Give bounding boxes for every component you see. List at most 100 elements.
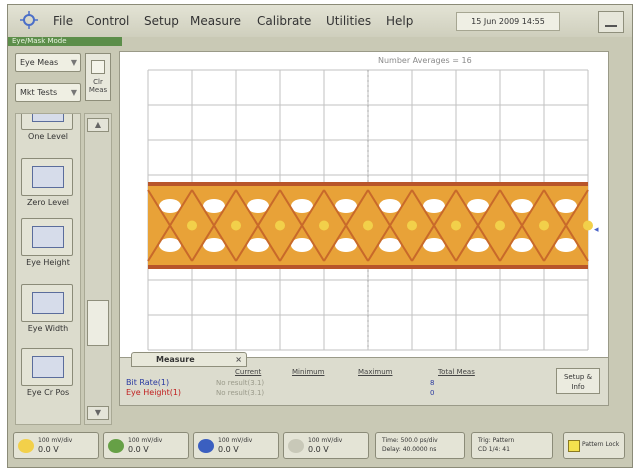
channel-1-offset: 0.0 V — [38, 445, 59, 454]
eye-opening — [511, 238, 533, 252]
eye-opening — [335, 238, 357, 252]
pattern-lock-label: Pattern Lock — [582, 441, 620, 448]
menu-calibrate[interactable]: Calibrate — [257, 14, 311, 28]
scroll-down-icon[interactable]: ▼ — [87, 406, 109, 420]
scroll-thumb[interactable] — [87, 300, 109, 346]
column-total-meas: Total Meas — [438, 368, 475, 376]
channel-3-scale: 100 mV/div — [218, 437, 253, 444]
channel-2-button[interactable]: 100 mV/div 0.0 V — [103, 432, 189, 459]
date-time-display: 15 Jun 2009 14:55 — [456, 12, 560, 31]
mode-label: Eye/Mask Mode — [8, 37, 122, 46]
scope-window: File Control Setup Measure Calibrate Uti… — [7, 4, 633, 468]
eye-cr-pos-label: Eye Cr Pos — [26, 388, 70, 397]
channel-4-icon — [288, 439, 304, 453]
minimize-icon — [605, 25, 617, 27]
channel-1-icon — [18, 439, 34, 453]
pattern-lock-button[interactable]: Pattern Lock — [563, 432, 625, 459]
close-icon[interactable]: × — [235, 353, 242, 366]
eye-height-current: No result(3.1) — [216, 389, 265, 397]
eye-meas-dropdown[interactable]: Eye Meas ▼ — [15, 53, 81, 72]
menu-measure[interactable]: Measure — [190, 14, 241, 28]
crossing-point — [319, 220, 329, 231]
crossing-point — [363, 220, 373, 231]
eye-width-icon — [32, 292, 64, 314]
channel-1-scale: 100 mV/div — [38, 437, 73, 444]
eye-width-label: Eye Width — [27, 324, 69, 333]
timebase-button[interactable]: Time: 500.0 ps/div Delay: 40.0000 ns — [375, 432, 465, 459]
eye-opening — [511, 199, 533, 213]
menu-control[interactable]: Control — [86, 14, 129, 28]
one-level-icon — [32, 114, 64, 122]
channel-4-button[interactable]: 100 mV/div 0.0 V — [283, 432, 369, 459]
bit-rate-current: No result(3.1) — [216, 379, 265, 387]
eye-height-total: 0 — [430, 389, 435, 397]
scroll-up-icon[interactable]: ▲ — [87, 118, 109, 132]
menu-setup[interactable]: Setup — [144, 14, 179, 28]
eye-rail — [148, 182, 588, 186]
eye-diagram — [147, 69, 593, 351]
crossing-point — [583, 220, 593, 231]
eye-opening — [379, 199, 401, 213]
setup-info-button[interactable]: Setup & Info — [556, 368, 600, 394]
channel-2-offset: 0.0 V — [128, 445, 149, 454]
eye-cr-pos-button[interactable] — [21, 348, 73, 386]
app-logo-icon — [20, 11, 38, 29]
zero-level-label: Zero Level — [26, 198, 70, 207]
crossing-point — [539, 220, 549, 231]
column-current: Current — [235, 368, 262, 376]
waveform-display[interactable]: Number Averages = 16 ◂ — [119, 51, 609, 362]
number-averages-readout: Number Averages = 16 — [378, 56, 472, 65]
menu-file[interactable]: File — [53, 14, 73, 28]
channel-2-scale: 100 mV/div — [128, 437, 163, 444]
column-maximum: Maximum — [358, 368, 393, 376]
trigger-button[interactable]: Trig: Pattern CD 1/4: 41 — [471, 432, 553, 459]
clear-meas-button[interactable]: Clr Meas — [85, 53, 111, 101]
eye-width-button[interactable] — [21, 284, 73, 322]
channel-3-button[interactable]: 100 mV/div 0.0 V — [193, 432, 279, 459]
channel-4-scale: 100 mV/div — [308, 437, 343, 444]
channel-1-button[interactable]: 100 mV/div 0.0 V — [13, 432, 99, 459]
menu-utilities[interactable]: Utilities — [326, 14, 371, 28]
zero-level-icon — [32, 166, 64, 188]
eye-opening — [159, 199, 181, 213]
mkt-tests-dropdown[interactable]: Mkt Tests ▼ — [15, 83, 81, 102]
chevron-down-icon: ▼ — [70, 58, 77, 67]
eye-opening — [555, 199, 577, 213]
eye-opening — [423, 199, 445, 213]
channel-2-icon — [108, 439, 124, 453]
eye-opening — [159, 238, 181, 252]
eye-opening — [555, 238, 577, 252]
eye-rail — [148, 265, 588, 269]
eye-meas-dropdown-label: Eye Meas — [20, 58, 59, 67]
one-level-button[interactable] — [21, 114, 73, 130]
crossing-point — [231, 220, 241, 231]
eye-opening — [203, 199, 225, 213]
eye-opening — [379, 238, 401, 252]
channel-3-offset: 0.0 V — [218, 445, 239, 454]
crossing-point — [407, 220, 417, 231]
eye-opening — [203, 238, 225, 252]
bit-rate-total: 8 — [430, 379, 435, 387]
measurement-scrollbar[interactable]: ▲ ▼ — [84, 113, 112, 425]
eye-cr-pos-icon — [32, 356, 64, 378]
column-minimum: Minimum — [292, 368, 325, 376]
eye-height-label: Eye Height — [26, 258, 70, 267]
measurement-list: One Level Zero Level Eye Height Eye Widt… — [15, 113, 81, 425]
minimize-button[interactable] — [598, 11, 624, 33]
channel-3-icon — [198, 439, 214, 453]
measure-tab[interactable]: Measure × — [131, 352, 247, 367]
trigger-pattern: CD 1/4: 41 — [478, 446, 510, 453]
measure-panel: Measure × Current Minimum Maximum Total … — [119, 352, 609, 406]
eye-height-meas-label: Eye Height(1) — [126, 388, 182, 397]
eye-height-button[interactable] — [21, 218, 73, 256]
menu-help[interactable]: Help — [386, 14, 413, 28]
eye-opening — [423, 238, 445, 252]
channel-4-offset: 0.0 V — [308, 445, 329, 454]
crossing-point — [495, 220, 505, 231]
eye-opening — [247, 238, 269, 252]
channel-marker-icon: ◂ — [594, 225, 599, 235]
eye-opening — [467, 238, 489, 252]
zero-level-button[interactable] — [21, 158, 73, 196]
clear-icon — [91, 60, 105, 74]
crossing-point — [275, 220, 285, 231]
